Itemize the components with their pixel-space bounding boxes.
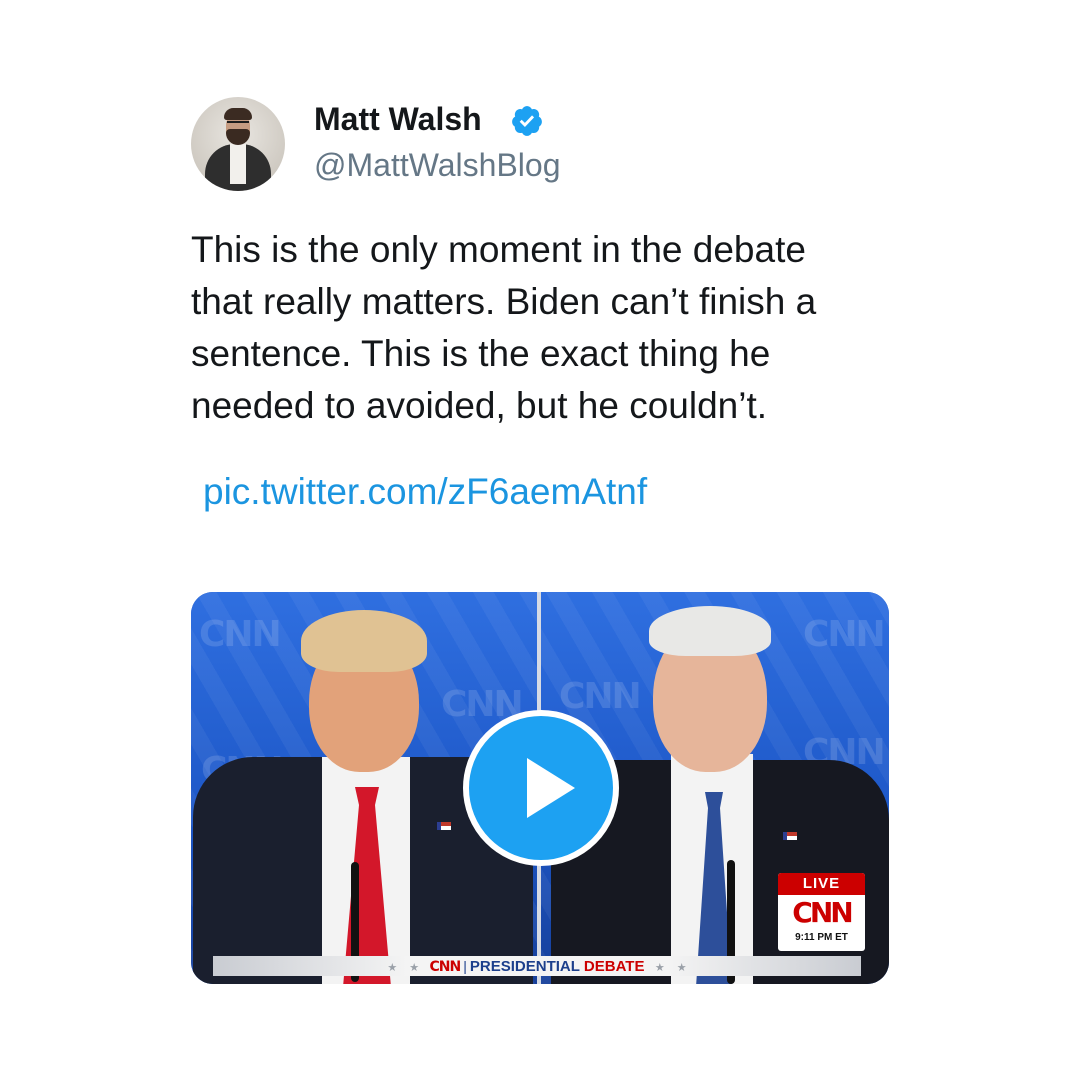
banner-title: PRESIDENTIAL bbox=[469, 958, 580, 975]
background-logo: CNN bbox=[559, 676, 642, 717]
left-speaker-tie bbox=[343, 787, 391, 984]
video-player[interactable]: CNN CNN CNN CNN CNN CNN LIVE CNN 9 bbox=[191, 592, 889, 984]
banner-separator: | bbox=[463, 958, 467, 974]
left-speaker-hair bbox=[301, 610, 427, 672]
avatar-hair bbox=[224, 108, 252, 120]
tweet-line: needed to avoided, but he couldn’t. bbox=[191, 385, 768, 426]
tweet-line: This is the only moment in the debate bbox=[191, 229, 806, 270]
tweet-text: This is the only moment in the debate th… bbox=[191, 224, 911, 432]
play-icon bbox=[527, 758, 575, 818]
author-name[interactable]: Matt Walsh bbox=[314, 100, 482, 138]
author-handle[interactable]: @MattWalshBlog bbox=[314, 146, 560, 184]
star-icon: ★ bbox=[409, 962, 420, 974]
avatar-glasses bbox=[227, 121, 249, 129]
avatar-shirt bbox=[230, 144, 246, 184]
flag-pin-icon bbox=[783, 832, 797, 840]
lower-third-banner: ★ ★ CNN | PRESIDENTIAL DEBATE ★ ★ bbox=[213, 956, 861, 976]
background-logo: CNN bbox=[803, 614, 886, 655]
tweet-line: sentence. This is the exact thing he bbox=[191, 333, 771, 374]
live-label: LIVE bbox=[778, 873, 865, 895]
tweet-line: that really matters. Biden can’t finish … bbox=[191, 281, 817, 322]
live-time: 9:11 PM ET bbox=[795, 932, 848, 943]
background-logo: CNN bbox=[199, 614, 282, 655]
right-speaker-hair bbox=[649, 606, 771, 656]
avatar-beard bbox=[226, 129, 250, 145]
flag-pin-icon bbox=[437, 822, 451, 830]
media-link[interactable]: pic.twitter.com/zF6aemAtnf bbox=[203, 470, 647, 514]
verified-badge-icon bbox=[512, 106, 542, 136]
cnn-logo: CNN bbox=[792, 896, 853, 929]
star-icon: ★ bbox=[654, 962, 665, 974]
star-icon: ★ bbox=[387, 962, 398, 974]
star-icon: ★ bbox=[676, 962, 687, 974]
banner-subtitle: DEBATE bbox=[583, 958, 645, 975]
avatar[interactable] bbox=[191, 97, 285, 191]
play-button[interactable] bbox=[463, 710, 619, 866]
banner-cnn-logo: CNN bbox=[429, 959, 462, 975]
live-bug: LIVE CNN 9:11 PM ET bbox=[778, 873, 865, 951]
